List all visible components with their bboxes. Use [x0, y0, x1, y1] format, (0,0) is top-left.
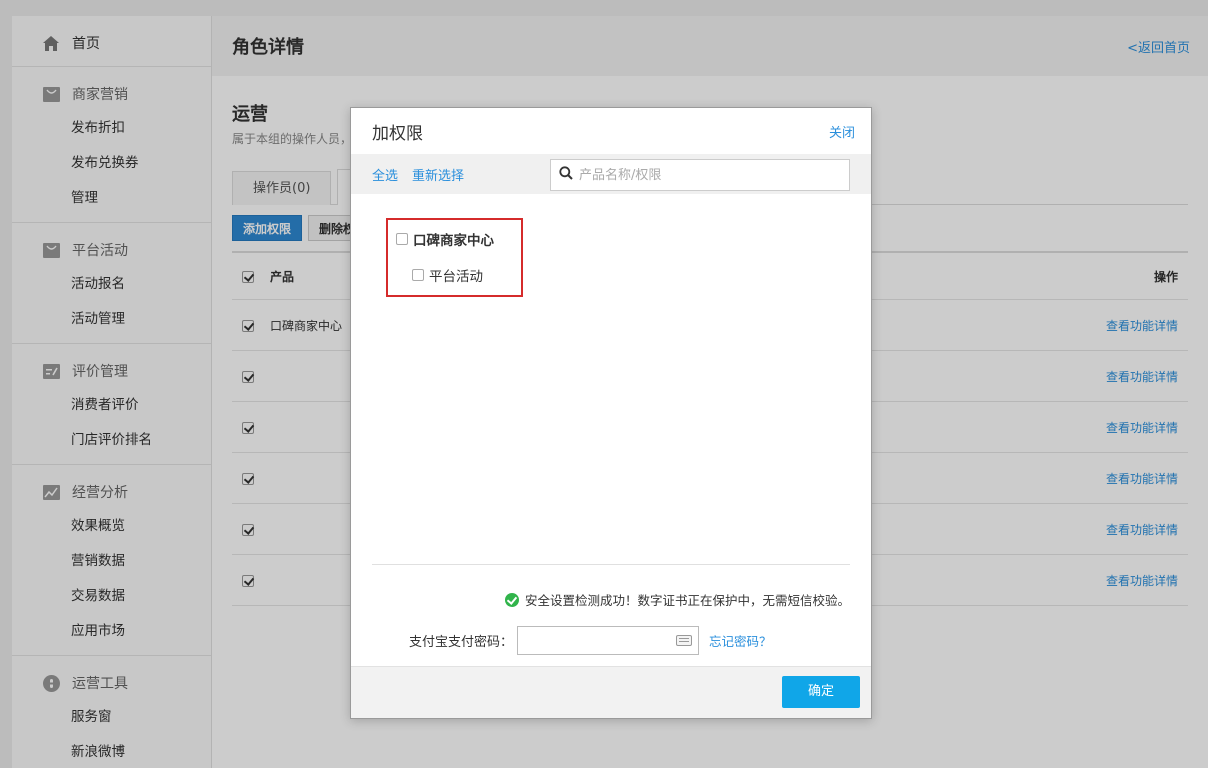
- search-icon: [559, 166, 573, 184]
- security-message: 安全设置检测成功！数字证书正在保护中，无需短信校验。: [524, 593, 850, 608]
- page: 首页 商家营销 发布折扣 发布兑换券 管理 平台活动 活动报名 活动管理 评价管…: [0, 0, 1208, 768]
- password-input[interactable]: [517, 626, 700, 655]
- dialog-header: 加权限 关闭: [351, 108, 871, 154]
- search-input[interactable]: [579, 167, 829, 183]
- dialog-toolbar: 全选 重新选择: [351, 154, 871, 194]
- tree-node-parent[interactable]: 口碑商家中心: [396, 229, 494, 249]
- close-link[interactable]: 关闭: [829, 122, 855, 141]
- tree-node-label: 平台活动: [429, 269, 483, 285]
- tree-node-label: 口碑商家中心: [413, 233, 494, 249]
- tree-node-child[interactable]: 平台活动: [412, 265, 483, 285]
- select-all-link[interactable]: 全选: [372, 165, 398, 184]
- keyboard-icon[interactable]: [676, 635, 693, 646]
- dialog-title: 加权限: [372, 123, 423, 144]
- password-row: 支付宝支付密码： 忘记密码？: [409, 626, 772, 655]
- search-box: [550, 159, 850, 191]
- reselect-link[interactable]: 重新选择: [412, 165, 464, 184]
- confirm-button[interactable]: 确定: [782, 676, 860, 708]
- divider: [372, 564, 850, 565]
- parent-checkbox[interactable]: [396, 233, 408, 245]
- child-checkbox[interactable]: [412, 269, 424, 281]
- dialog-footer: 确定: [351, 666, 871, 718]
- security-status: 安全设置检测成功！数字证书正在保护中，无需短信校验。: [504, 590, 850, 609]
- forgot-password-link[interactable]: 忘记密码？: [709, 631, 772, 650]
- check-circle-icon: [504, 592, 519, 607]
- password-label: 支付宝支付密码：: [409, 635, 514, 650]
- add-permission-dialog: 加权限 关闭 全选 重新选择 口碑商家中心 平台活动 安全设置检测成功！数字: [350, 107, 872, 719]
